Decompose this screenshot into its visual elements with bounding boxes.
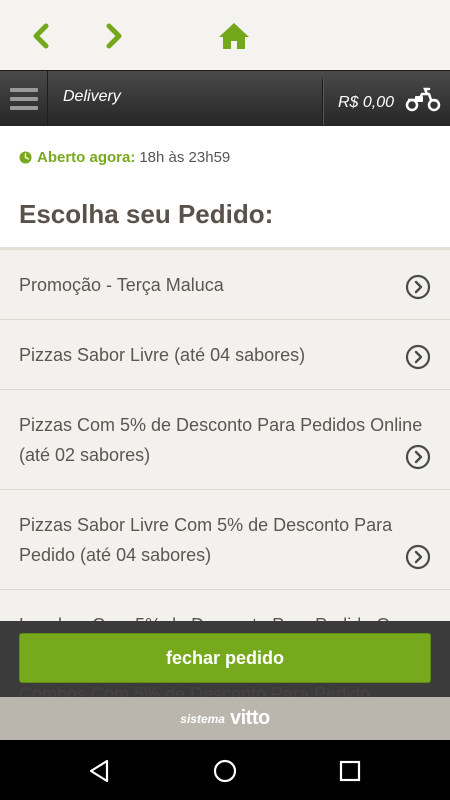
- header-title: Delivery: [63, 88, 121, 105]
- system-recents-button[interactable]: [337, 758, 363, 784]
- chevron-left-icon: [33, 23, 49, 49]
- scooter-icon[interactable]: [405, 86, 441, 112]
- chevron-right-icon: [106, 23, 122, 49]
- forward-button[interactable]: [96, 18, 132, 54]
- list-item[interactable]: Promoção - Terça Maluca: [0, 250, 450, 320]
- browser-nav-bar: [0, 0, 450, 70]
- back-button[interactable]: [23, 18, 59, 54]
- clock-icon: [19, 151, 32, 164]
- menu-line: [9, 88, 38, 92]
- list-item-label: Pizzas Sabor Livre Com 5% de Desconto Pa…: [19, 515, 393, 565]
- brand-bar: sistema vitto: [0, 697, 450, 740]
- system-nav-bar: [0, 740, 450, 800]
- square-recents-icon: [339, 760, 361, 782]
- header-divider: [323, 79, 324, 125]
- list-item[interactable]: Pizzas Com 5% de Desconto Para Pedidos O…: [0, 390, 450, 490]
- system-back-button[interactable]: [86, 758, 112, 784]
- circle-home-icon: [213, 759, 237, 783]
- cart-total[interactable]: R$ 0,00: [338, 94, 394, 112]
- list-item[interactable]: Pizzas Sabor Livre Com 5% de Desconto Pa…: [0, 490, 450, 590]
- list-item-label: Pizzas Sabor Livre (até 04 sabores): [19, 345, 306, 365]
- triangle-back-icon: [89, 759, 109, 783]
- brand-logo: vitto: [229, 707, 270, 729]
- open-status: Aberto agora: 18h às 23h59: [19, 149, 230, 166]
- home-button[interactable]: [216, 18, 252, 54]
- checkout-button[interactable]: fechar pedido: [19, 633, 431, 683]
- checkout-footer: Combos Com 5% de Desconto Para Pedido fe…: [0, 621, 450, 697]
- hamburger-menu-button[interactable]: [0, 71, 48, 127]
- list-item[interactable]: Pizzas Sabor Livre (até 04 sabores): [0, 320, 450, 390]
- chevron-circle-right-icon: [405, 544, 431, 570]
- list-item-label: Combos Com 5% de Desconto Para Pedido: [19, 684, 371, 697]
- open-status-label: Aberto agora:: [37, 149, 136, 166]
- chevron-circle-right-icon: [405, 444, 431, 470]
- app-header: Delivery R$ 0,00: [0, 70, 450, 127]
- list-item-label: Promoção - Terça Maluca: [19, 275, 224, 295]
- chevron-circle-right-icon: [405, 344, 431, 370]
- chevron-circle-right-icon: [405, 274, 431, 300]
- brand-prefix: sistema: [180, 711, 225, 726]
- page-header: Aberto agora: 18h às 23h59 Escolha seu P…: [0, 126, 450, 250]
- page-title: Escolha seu Pedido:: [19, 199, 274, 229]
- open-hours: 18h às 23h59: [139, 149, 231, 166]
- list-item-label: Pizzas Com 5% de Desconto Para Pedidos O…: [19, 415, 423, 465]
- system-home-button[interactable]: [212, 758, 238, 784]
- home-icon: [219, 23, 249, 49]
- menu-line: [9, 106, 38, 110]
- menu-line: [9, 97, 38, 101]
